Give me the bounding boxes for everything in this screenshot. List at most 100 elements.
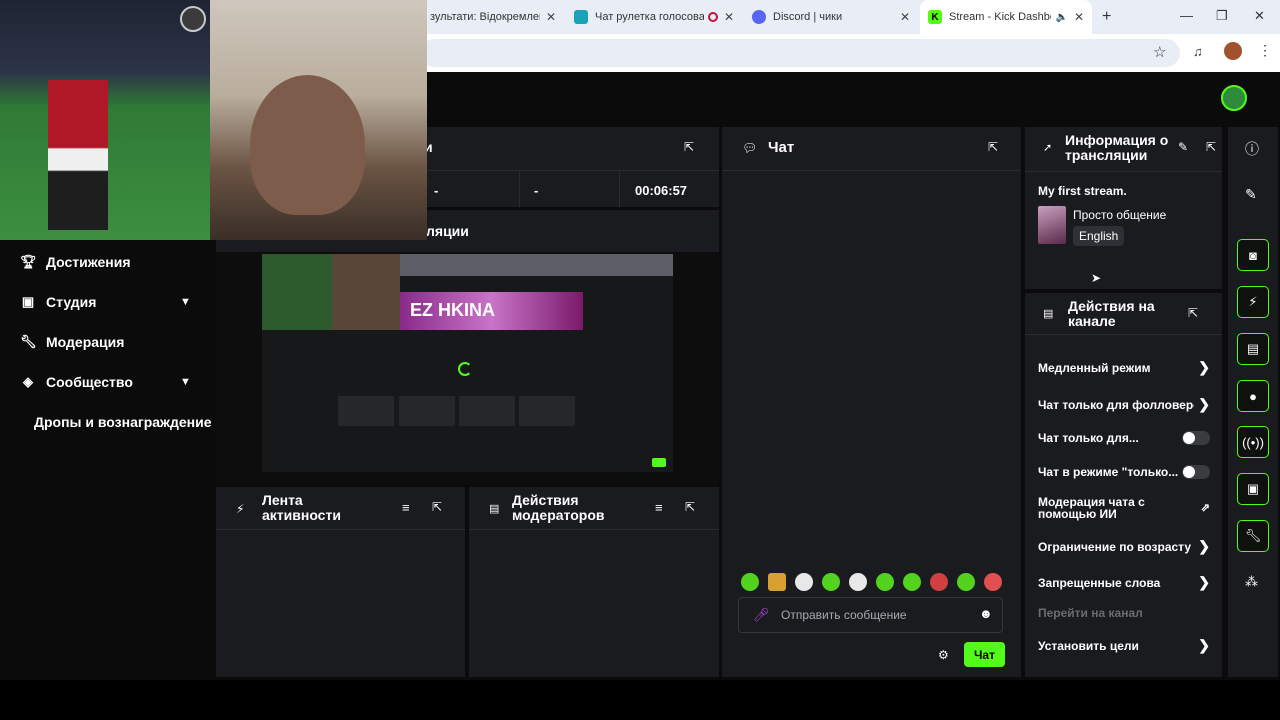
layout-icon[interactable]: ▣	[1237, 473, 1269, 505]
tab-kick-dashboard[interactable]: K Stream - Kick Dashboa 🔈 ✕	[920, 0, 1092, 34]
chat-panel: 💬︎ Чат ⇱ 🎤︎ Отправить сообщение ☻ ⚙ Чат	[722, 127, 1021, 677]
expand-icon[interactable]: ⇱	[684, 140, 694, 154]
channel-actions-title: Действия на канале	[1068, 298, 1155, 329]
wrench-icon: 🔧︎	[20, 334, 37, 349]
sidebar-item-drops[interactable]: Дропы и вознаграждение	[34, 414, 211, 430]
action-banned-words[interactable]: Запрещенные слова ❯	[1038, 574, 1210, 591]
sidebar-item-achievements[interactable]: 🏆︎ Достижения	[20, 254, 131, 270]
new-tab-icon[interactable]: +	[1102, 8, 1111, 26]
action-ai-moderation[interactable]: Модерация чата с помощью ИИ ⇗	[1038, 496, 1210, 520]
expand-icon[interactable]: ⇱	[1188, 306, 1198, 320]
action-emote-only[interactable]: Чат в режиме "только...	[1038, 465, 1210, 479]
emote-icon[interactable]	[876, 573, 894, 591]
close-tab-icon[interactable]: ✕	[1074, 10, 1084, 24]
tab-chat-roulette[interactable]: Чат рулетка голосова ✕	[566, 0, 742, 34]
emote-icon[interactable]	[822, 573, 840, 591]
stat-value: -	[534, 183, 539, 198]
emote-icon[interactable]	[930, 573, 948, 591]
microphone-icon[interactable]: 🎤︎	[753, 607, 770, 623]
action-set-goals[interactable]: Установить цели ❯	[1038, 637, 1210, 654]
close-tab-icon[interactable]: ✕	[546, 10, 556, 24]
close-tab-icon[interactable]: ✕	[900, 10, 910, 24]
discord-icon	[752, 10, 766, 24]
expand-icon[interactable]: ⇱	[988, 140, 998, 154]
chat-bubble-icon[interactable]: ●	[1237, 380, 1269, 412]
language-tag: English	[1073, 226, 1125, 246]
chat-roulette-icon	[574, 10, 588, 24]
send-chat-button[interactable]: Чат	[964, 642, 1005, 667]
stream-info-title: Информация о трансляции	[1065, 132, 1169, 163]
emote-icon[interactable]	[957, 573, 975, 591]
preview-chat-button	[652, 458, 666, 467]
lightning-icon: ⚡︎	[236, 502, 245, 516]
address-field[interactable]	[420, 39, 1180, 67]
profile-avatar[interactable]	[1224, 42, 1242, 60]
activity-feed-panel: ⚡︎ Лента активности ≡ ⇱	[216, 487, 465, 677]
divider	[519, 171, 520, 207]
lightning-icon[interactable]: ⚡︎	[1237, 286, 1269, 318]
stream-preview[interactable]: EZ HKINA	[216, 252, 719, 484]
action-age-restriction[interactable]: Ограничение по возрасту ❯	[1038, 538, 1210, 555]
log-icon[interactable]: ▤	[1237, 333, 1269, 365]
chat-input-placeholder: Отправить сообщение	[781, 608, 907, 622]
sidebar-item-moderation[interactable]: 🔧︎ Модерация	[20, 334, 124, 350]
emote-icon[interactable]	[984, 573, 1002, 591]
bookmark-star-icon[interactable]: ☆	[1153, 43, 1166, 61]
stream-info-panel: ➚ Информация о трансляции ✎ ⇱ My first s…	[1025, 127, 1222, 289]
action-subscribers-only[interactable]: Чат только для...	[1038, 431, 1210, 445]
action-followers-only[interactable]: Чат только для фолловерс ❯	[1038, 396, 1210, 413]
action-slow-mode[interactable]: Медленный режим ❯	[1038, 359, 1210, 376]
kick-icon: K	[928, 10, 942, 24]
minimize-icon[interactable]: —	[1180, 8, 1193, 23]
apps-icon[interactable]: ⁂	[1245, 574, 1258, 590]
divider	[722, 170, 1021, 171]
chat-input[interactable]: 🎤︎ Отправить сообщение ☻	[738, 597, 1003, 633]
emote-icon[interactable]	[903, 573, 921, 591]
preview-card	[338, 396, 394, 426]
club-crest-icon	[180, 6, 206, 32]
expand-icon[interactable]: ⇱	[1206, 140, 1216, 154]
edit-pencil-icon[interactable]: ✎	[1178, 140, 1188, 154]
close-window-icon[interactable]: ✕	[1254, 8, 1265, 24]
expand-icon[interactable]: ⇱	[685, 500, 695, 514]
toggle-switch[interactable]	[1182, 465, 1210, 479]
tab-results[interactable]: зультати: Відокремлені ✕	[422, 0, 564, 34]
emote-icon[interactable]	[741, 573, 759, 591]
audio-icon: 🔈	[1055, 11, 1068, 23]
settings-gear-icon[interactable]: ⚙	[938, 648, 949, 662]
filter-icon[interactable]: ≡	[402, 500, 410, 515]
sidebar-item-studio[interactable]: ▣ Студия ▼	[20, 294, 200, 310]
preview-title: ляции	[426, 223, 469, 239]
edit-pencil-icon[interactable]: ✎	[1245, 186, 1257, 203]
tab-discord[interactable]: Discord | чики ✕	[744, 0, 918, 34]
preview-frame: EZ HKINA	[262, 254, 673, 472]
maximize-icon[interactable]: ❐	[1216, 8, 1228, 24]
screen-capture-icon[interactable]: ◙	[1237, 239, 1269, 271]
wrench-icon[interactable]: 🔧︎	[1237, 520, 1269, 552]
sidebar-item-community[interactable]: ◈ Сообщество ▼	[20, 374, 200, 390]
emoji-icon[interactable]: ☻	[979, 606, 993, 621]
webcam-overlay	[210, 0, 427, 240]
emote-icon[interactable]	[795, 573, 813, 591]
filter-icon[interactable]: ≡	[655, 500, 663, 515]
info-icon[interactable]: ⓘ	[1245, 139, 1259, 159]
action-go-to-channel[interactable]: Перейти на канал	[1038, 606, 1210, 620]
chat-title: Чат	[768, 139, 795, 156]
divider	[216, 529, 465, 530]
close-tab-icon[interactable]: ✕	[724, 10, 734, 24]
preview-browser-bar	[400, 254, 673, 276]
chat-bubble-icon: 💬︎	[742, 141, 758, 155]
browser-menu-icon[interactable]: ⋮	[1258, 42, 1272, 59]
expand-icon[interactable]: ⇱	[432, 500, 442, 514]
media-control-icon[interactable]: ♫	[1193, 44, 1203, 59]
emote-icon[interactable]	[768, 573, 786, 591]
preview-card	[399, 396, 455, 426]
chevron-right-icon: ❯	[1198, 396, 1210, 412]
toggle-switch[interactable]	[1182, 431, 1210, 445]
divider	[1025, 334, 1222, 335]
user-avatar[interactable]	[1221, 85, 1247, 111]
broadcast-icon[interactable]: ((•))	[1237, 426, 1269, 458]
emote-icon[interactable]	[849, 573, 867, 591]
stream-title: My first stream.	[1038, 184, 1127, 198]
chevron-right-icon: ❯	[1198, 637, 1210, 653]
